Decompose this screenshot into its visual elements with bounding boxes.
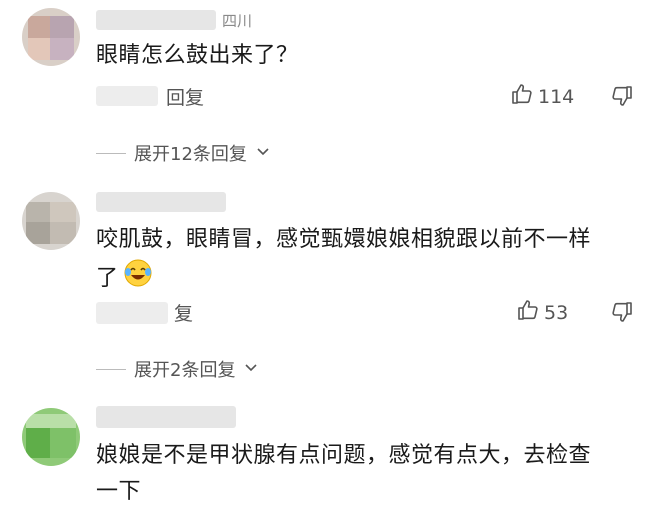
expand-replies-button[interactable]: 展开12条回复 <box>96 140 271 166</box>
thumbs-up-icon <box>510 82 534 111</box>
comment-line: 娘娘是不是甲状腺有点问题，感觉有点大，去检查 <box>96 443 592 468</box>
username-redacted[interactable] <box>96 406 236 428</box>
timestamp-redacted <box>96 302 168 324</box>
chevron-down-icon <box>243 359 259 380</box>
like-button[interactable]: 53 <box>516 298 568 327</box>
thumbs-down-icon[interactable] <box>610 84 634 112</box>
username-redacted[interactable] <box>96 192 226 212</box>
comment-line: 了 <box>96 266 119 291</box>
comment-line: 咬肌鼓，眼睛冒，感觉甄嬛娘娘相貌跟以前不一样 <box>96 227 592 252</box>
timestamp-redacted <box>96 86 158 106</box>
comment-text: 娘娘是不是甲状腺有点问题，感觉有点大，去检查 一下 <box>96 438 591 510</box>
comment-line: 一下 <box>96 479 142 504</box>
comment-text: 咬肌鼓，眼睛冒，感觉甄嬛娘娘相貌跟以前不一样 了 <box>96 222 591 300</box>
expand-replies-label: 展开2条回复 <box>134 360 236 381</box>
divider <box>96 152 126 154</box>
avatar[interactable] <box>22 8 80 66</box>
thumbs-up-icon <box>516 298 540 327</box>
like-count: 114 <box>538 85 575 108</box>
comment-text: 眼睛怎么鼓出来了？ <box>96 43 299 68</box>
laughing-crying-emoji-icon <box>123 258 153 300</box>
divider <box>96 368 126 370</box>
avatar[interactable] <box>22 192 80 250</box>
like-button[interactable]: 114 <box>510 82 574 111</box>
reply-button[interactable]: 复 <box>174 299 193 326</box>
user-location: 四川 <box>222 12 253 30</box>
expand-replies-label: 展开12条回复 <box>134 144 247 165</box>
avatar[interactable] <box>22 408 80 466</box>
username-redacted[interactable] <box>96 10 216 30</box>
thumbs-down-icon[interactable] <box>610 300 634 328</box>
like-count: 53 <box>544 301 569 324</box>
reply-button[interactable]: 回复 <box>166 83 204 110</box>
chevron-down-icon <box>255 143 271 164</box>
comment-line-wrap: 了 <box>96 258 591 300</box>
expand-replies-button[interactable]: 展开2条回复 <box>96 356 259 382</box>
